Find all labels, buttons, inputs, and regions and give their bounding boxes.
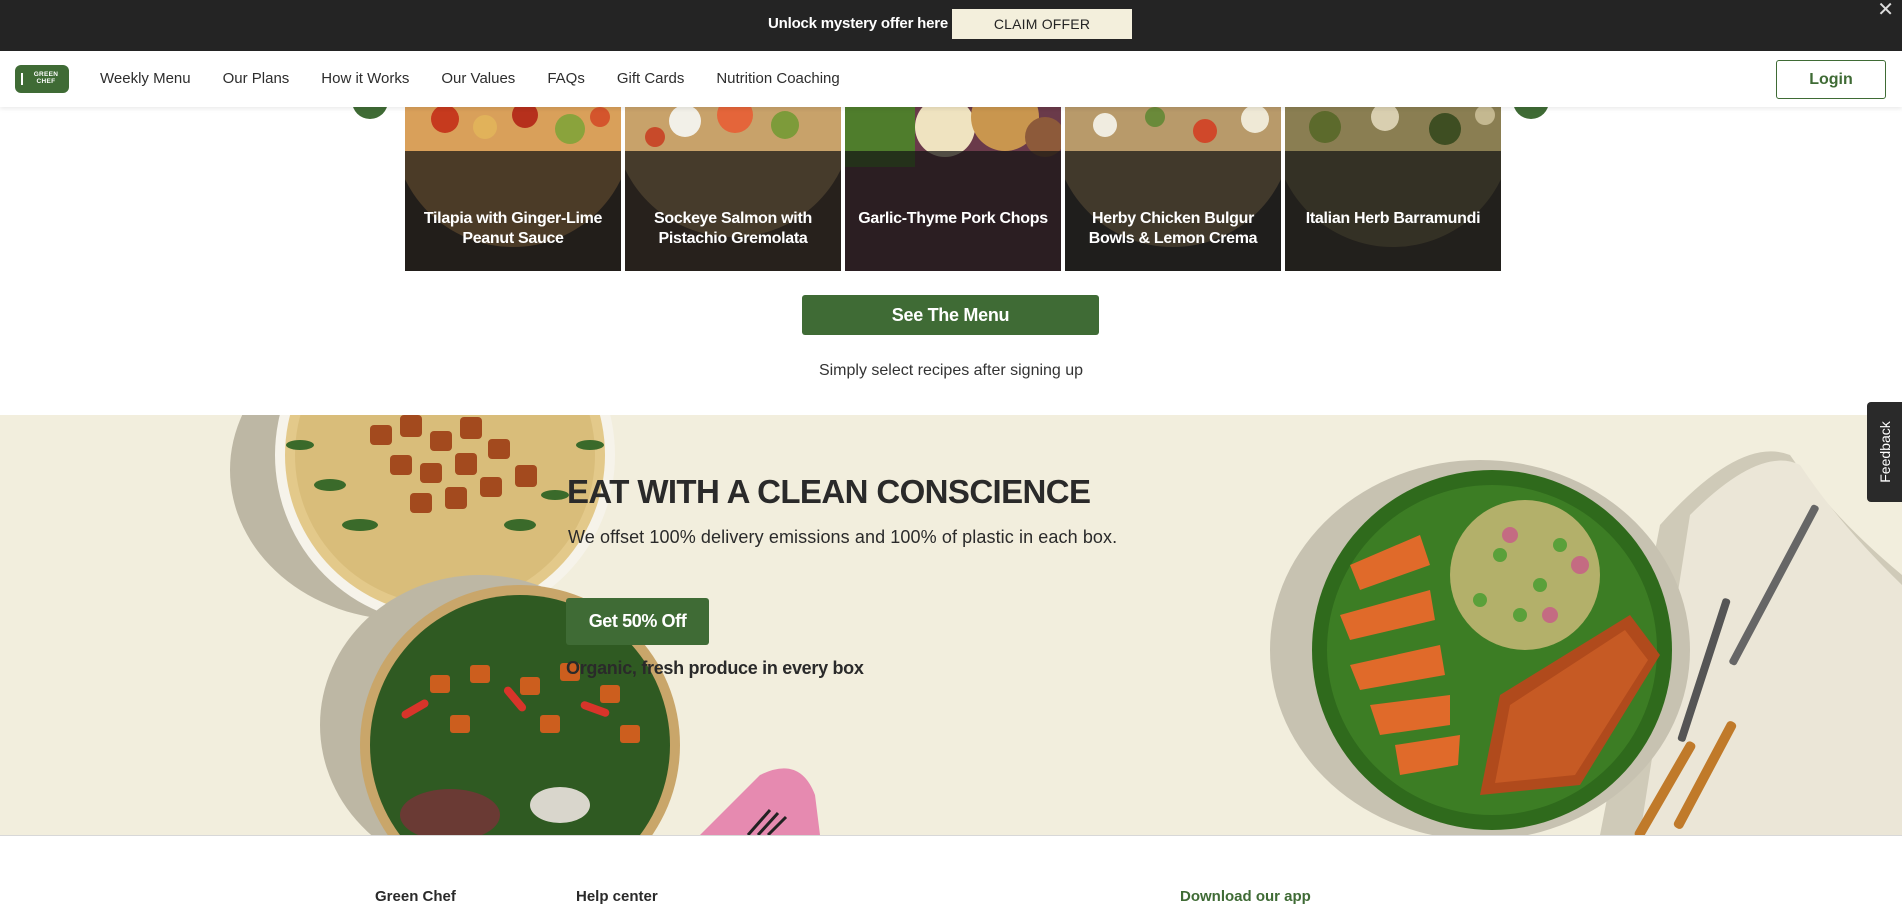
nav-weekly-menu[interactable]: Weekly Menu [100, 70, 191, 87]
nav-our-values[interactable]: Our Values [441, 70, 515, 87]
recipe-carousel: Tilapia with Ginger-Lime Peanut Sauce So… [405, 107, 1501, 271]
site-header: GREEN CHEF Weekly Menu Our Plans How it … [0, 51, 1902, 107]
close-icon[interactable]: ✕ [1877, 0, 1894, 20]
see-the-menu-button[interactable]: See The Menu [802, 295, 1099, 335]
recipe-card[interactable]: Garlic-Thyme Pork Chops [845, 107, 1061, 271]
menu-subtext: Simply select recipes after signing up [818, 362, 1084, 379]
promo-bar: Unlock mystery offer here CLAIM OFFER ✕ [0, 0, 1902, 51]
recipe-title: Italian Herb Barramundi [1305, 210, 1481, 227]
recipe-card[interactable]: Italian Herb Barramundi [1285, 107, 1501, 271]
logo-text: GREEN CHEF [33, 71, 59, 85]
claim-offer-button[interactable]: CLAIM OFFER [952, 9, 1132, 39]
main-nav: Weekly Menu Our Plans How it Works Our V… [100, 70, 872, 87]
login-button[interactable]: Login [1776, 60, 1886, 99]
recipe-title: Tilapia with Ginger-Lime Peanut Sauce [423, 210, 603, 247]
footer-heading-help-center: Help center [576, 888, 658, 905]
section-heading: EAT WITH A CLEAN CONSCIENCE [567, 473, 1091, 510]
footer-heading-download-app: Download our app [1180, 888, 1311, 905]
nav-our-plans[interactable]: Our Plans [223, 70, 290, 87]
promo-text: Unlock mystery offer here [768, 15, 949, 32]
footer-heading-green-chef: Green Chef [375, 888, 456, 905]
nav-nutrition-coaching[interactable]: Nutrition Coaching [716, 70, 839, 87]
section-subheading: We offset 100% delivery emissions and 10… [568, 527, 1118, 547]
clean-conscience-section: EAT WITH A CLEAN CONSCIENCE We offset 10… [0, 415, 1902, 835]
recipe-title: Garlic-Thyme Pork Chops [858, 210, 1048, 227]
divider [0, 835, 1902, 836]
feedback-tab[interactable]: Feedback [1867, 402, 1902, 502]
feedback-label: Feedback [1876, 421, 1893, 483]
recipe-card[interactable]: Sockeye Salmon with Pistachio Gremolata [625, 107, 841, 271]
section-note: Organic, fresh produce in every box [566, 658, 864, 678]
get-50-off-button[interactable]: Get 50% Off [566, 598, 709, 645]
nav-gift-cards[interactable]: Gift Cards [617, 70, 685, 87]
nav-faqs[interactable]: FAQs [547, 70, 585, 87]
recipe-title: Sockeye Salmon with Pistachio Gremolata [654, 210, 812, 247]
recipe-card[interactable]: Tilapia with Ginger-Lime Peanut Sauce [405, 107, 621, 271]
nav-how-it-works[interactable]: How it Works [321, 70, 409, 87]
green-chef-logo[interactable]: GREEN CHEF [15, 65, 69, 93]
recipe-card[interactable]: Herby Chicken Bulgur Bowls & Lemon Crema [1065, 107, 1281, 271]
recipe-title: Herby Chicken Bulgur Bowls & Lemon Crema [1088, 210, 1258, 247]
